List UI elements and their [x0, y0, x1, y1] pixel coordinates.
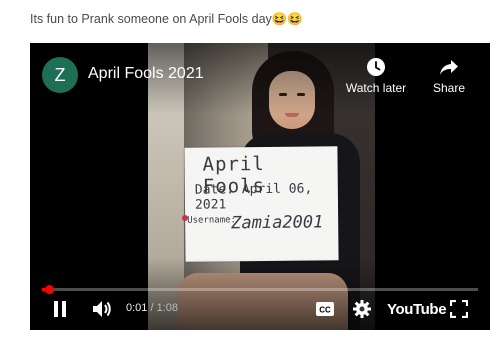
paper-sign: April Fools Date: April 06, 2021 Usernam… — [184, 146, 339, 262]
video-title[interactable]: April Fools 2021 — [88, 65, 204, 83]
video-player[interactable]: April Fools Date: April 06, 2021 Usernam… — [30, 43, 490, 330]
scrubber-handle[interactable] — [44, 285, 54, 294]
pause-icon — [54, 301, 66, 317]
volume-button[interactable] — [92, 299, 112, 319]
captions-button[interactable]: CC — [315, 299, 335, 319]
volume-icon — [93, 301, 111, 317]
sign-username: Zamia2001 — [231, 212, 324, 234]
youtube-logo-button[interactable]: YouTube — [387, 299, 447, 319]
gear-icon — [353, 300, 371, 318]
share-label: Share — [432, 81, 466, 95]
watch-later-button[interactable]: Watch later — [341, 57, 411, 95]
sign-line-2: Date: April 06, 2021 — [194, 181, 313, 213]
share-button[interactable]: Share — [427, 57, 471, 95]
share-arrow-icon — [440, 60, 458, 75]
fullscreen-button[interactable] — [450, 299, 468, 319]
cc-text: CC — [319, 306, 331, 315]
sign-username-label: Username: — [187, 215, 237, 226]
channel-avatar[interactable]: Z — [42, 57, 78, 93]
bottom-gradient — [30, 258, 490, 330]
time-separator: / — [147, 302, 157, 314]
pin — [182, 215, 188, 221]
post-caption: Its fun to Prank someone on April Fools … — [30, 12, 303, 26]
clock-icon — [367, 58, 385, 76]
settings-button[interactable] — [353, 299, 371, 319]
progress-bar[interactable] — [42, 285, 478, 294]
pause-button[interactable] — [52, 299, 68, 319]
current-time: 0:01 — [126, 302, 148, 314]
watch-later-label: Watch later — [345, 81, 407, 95]
captions-icon: CC — [316, 302, 334, 316]
fullscreen-icon — [450, 300, 468, 318]
time-display: 0:01 / 1:08 — [126, 302, 178, 314]
duration: 1:08 — [156, 302, 179, 314]
